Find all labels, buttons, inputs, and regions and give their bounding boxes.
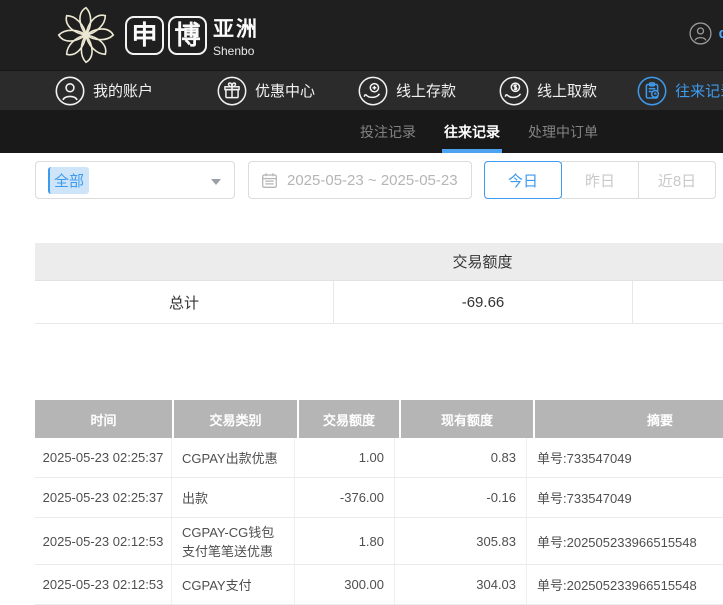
- sub-nav: 投注记录 往来记录 处理中订单: [0, 110, 723, 153]
- records-icon: [637, 76, 667, 106]
- col-header-amount: 交易额度: [299, 400, 399, 438]
- cell-amount: 1.00: [295, 438, 395, 477]
- main-nav: 我的账户 优惠中心 线上存款: [0, 70, 723, 110]
- nav-item-transaction-records[interactable]: 往来记录: [637, 76, 723, 106]
- summary-total-row: 总计 -69.66: [35, 281, 723, 324]
- yesterday-button[interactable]: 昨日: [561, 161, 639, 199]
- table-row: 2025-05-23 02:25:37 出款 -376.00 -0.16 单号:…: [35, 478, 723, 518]
- nav-item-online-deposit[interactable]: 线上存款: [358, 76, 456, 106]
- table-row: 2025-05-23 02:12:53 CGPAY支付 300.00 304.0…: [35, 565, 723, 605]
- tab-label: 投注记录: [360, 122, 416, 142]
- cell-time: 2025-05-23 02:12:53: [35, 518, 172, 564]
- user-avatar-icon: [689, 22, 712, 45]
- summary-header-label: 交易额度: [333, 251, 632, 272]
- cell-time: 2025-05-23 02:25:37: [35, 438, 172, 477]
- date-range-picker[interactable]: 2025-05-23 ~ 2025-05-23: [248, 161, 472, 199]
- cell-type: CGPAY出款优惠: [172, 438, 295, 477]
- nav-label: 优惠中心: [255, 80, 315, 101]
- cell-amount: 1.80: [295, 518, 395, 564]
- nav-label: 我的账户: [93, 80, 153, 101]
- gift-icon: [217, 76, 247, 106]
- calendar-icon: [261, 172, 278, 189]
- filter-row: 全部 2025-05-23 ~ 2025-05-23 今日 昨日 近8日: [35, 161, 723, 199]
- quick-date-buttons: 今日 昨日 近8日: [484, 161, 716, 199]
- cell-balance: -0.16: [395, 478, 527, 517]
- cell-amount: 300.00: [295, 565, 395, 604]
- cell-memo: 单号:202505233966515548: [527, 565, 723, 604]
- chevron-down-icon: [211, 179, 221, 185]
- date-range-value: 2025-05-23 ~ 2025-05-23: [287, 172, 458, 189]
- tab-label: 处理中订单: [528, 122, 598, 142]
- cell-memo: 单号:202505233966515548: [527, 518, 723, 564]
- col-header-time: 时间: [35, 400, 172, 438]
- header-user[interactable]: qh: [689, 22, 723, 45]
- transactions-table: 时间 交易类别 交易额度 现有额度 摘要 2025-05-23 02:25:37…: [35, 400, 723, 605]
- nav-label: 线上取款: [537, 80, 597, 101]
- cell-memo: 单号:733547049: [527, 438, 723, 477]
- tab-label: 往来记录: [444, 122, 500, 142]
- tab-processing-orders[interactable]: 处理中订单: [528, 110, 598, 153]
- cell-balance: 305.83: [395, 518, 527, 564]
- cell-time: 2025-05-23 02:12:53: [35, 565, 172, 604]
- cell-balance: 304.03: [395, 565, 527, 604]
- nav-label: 线上存款: [396, 80, 456, 101]
- cell-memo: 单号:733547049: [527, 478, 723, 517]
- nav-item-promo-center[interactable]: 优惠中心: [217, 76, 315, 106]
- summary-row-label: 总计: [35, 281, 333, 323]
- logo-char-shen: 申: [125, 16, 164, 55]
- nav-item-online-withdraw[interactable]: 线上取款: [499, 76, 597, 106]
- cell-type: CGPAY-CG钱包支付笔笔送优惠: [172, 518, 295, 564]
- cell-type: CGPAY支付: [172, 565, 295, 604]
- col-header-memo: 摘要: [535, 400, 723, 438]
- username: qh: [719, 25, 723, 42]
- flower-logo-icon: [53, 4, 119, 66]
- cell-type: 出款: [172, 478, 295, 517]
- summary-header-row: 交易额度: [35, 243, 723, 281]
- col-header-balance: 现有额度: [401, 400, 533, 438]
- user-icon: [55, 76, 85, 106]
- withdraw-icon: [499, 76, 529, 106]
- summary-total-value: -69.66: [333, 281, 632, 323]
- top-header: 申 博 亚洲 Shenbo qh: [0, 0, 723, 70]
- col-header-type: 交易类别: [174, 400, 297, 438]
- transaction-type-select[interactable]: 全部: [35, 161, 235, 199]
- table-header-row: 时间 交易类别 交易额度 现有额度 摘要: [35, 400, 723, 438]
- table-row: 2025-05-23 02:25:37 CGPAY出款优惠 1.00 0.83 …: [35, 438, 723, 478]
- logo-region: 亚洲: [213, 13, 259, 43]
- tab-betting-records[interactable]: 投注记录: [360, 110, 416, 153]
- site-logo[interactable]: 申 博 亚洲 Shenbo: [53, 4, 259, 66]
- cell-amount: -376.00: [295, 478, 395, 517]
- summary-table: 交易额度 总计 -69.66: [35, 243, 723, 324]
- deposit-icon: [358, 76, 388, 106]
- select-value: 全部: [48, 167, 89, 194]
- logo-subtitle: Shenbo: [213, 44, 259, 58]
- cell-time: 2025-05-23 02:25:37: [35, 478, 172, 517]
- nav-item-my-account[interactable]: 我的账户: [55, 76, 153, 106]
- table-row: 2025-05-23 02:12:53 CGPAY-CG钱包支付笔笔送优惠 1.…: [35, 518, 723, 565]
- last-8-days-button[interactable]: 近8日: [638, 161, 716, 199]
- tab-transaction-records[interactable]: 往来记录: [444, 110, 500, 153]
- logo-char-bo: 博: [168, 16, 207, 55]
- today-button[interactable]: 今日: [484, 161, 562, 199]
- nav-label: 往来记录: [675, 80, 723, 101]
- cell-balance: 0.83: [395, 438, 527, 477]
